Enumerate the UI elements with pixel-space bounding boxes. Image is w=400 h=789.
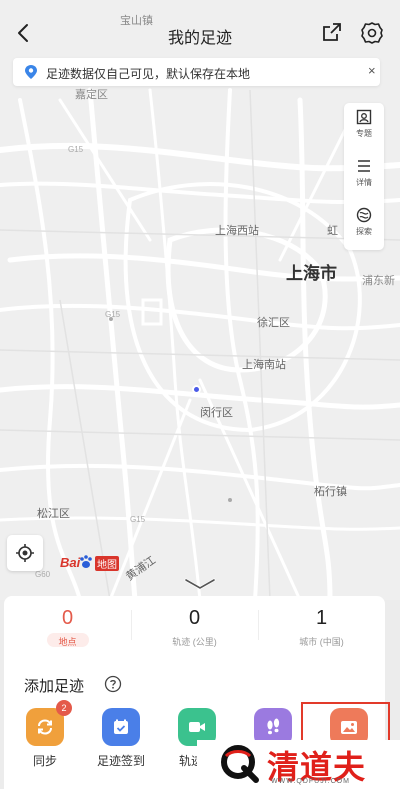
crosshair-icon — [16, 544, 34, 562]
map-label-zhelin: 柘行镇 — [314, 486, 347, 498]
sync-icon — [38, 719, 52, 735]
gear-icon[interactable] — [359, 20, 385, 46]
tool-explore[interactable]: 探索 — [344, 201, 384, 249]
privacy-notice: 足迹数据仅自己可见，默认保存在本地 × — [13, 58, 380, 86]
map-view[interactable]: 宝山镇 嘉定区 G15 上海西站 虹 上海市 浦东新 徐汇区 G15 上海南站 … — [0, 0, 400, 600]
chevron-down-icon[interactable] — [182, 577, 218, 591]
map-label-songjiang: 松江区 — [37, 508, 70, 520]
map-label-g15c: G15 — [130, 515, 146, 524]
map-label-g15b: G15 — [105, 310, 121, 319]
watermark-url: WWW.QDFUJI.COM — [271, 778, 350, 785]
map-label-shanghai: 上海市 — [286, 264, 337, 283]
location-pin-icon — [25, 65, 37, 79]
stat-label: 地点 — [58, 637, 77, 647]
map-label-g15a: G15 — [68, 145, 84, 154]
map-label-hong: 虹 — [327, 225, 338, 237]
tool-topic[interactable]: 专题 — [344, 103, 384, 151]
stat-label: 轨迹 (公里) — [172, 637, 217, 647]
footprint-icon — [267, 718, 280, 735]
map-label-shanghai-south: 上海南站 — [242, 359, 286, 371]
topic-icon — [356, 109, 372, 125]
tool-details[interactable]: 详情 — [344, 152, 384, 200]
tool-topic-label: 专题 — [356, 129, 372, 138]
checkin-icon — [114, 719, 128, 734]
notification-badge: 2 — [56, 700, 72, 716]
add-footprint-title: 添加足迹 — [24, 678, 85, 695]
map-label-g60: G60 — [35, 570, 51, 579]
video-icon — [189, 722, 205, 732]
top-bar: 我的足迹 — [0, 14, 400, 54]
logo-suffix: 地图 — [95, 556, 119, 571]
map-label-minhang: 闵行区 — [200, 407, 233, 419]
close-icon[interactable]: × — [368, 63, 376, 78]
stat-places[interactable]: 0 地点 — [4, 596, 131, 652]
tool-explore-label: 探索 — [356, 227, 372, 236]
explore-icon — [356, 207, 372, 223]
stat-value: 0 — [61, 607, 74, 629]
stat-label: 城市 (中国) — [299, 637, 344, 647]
action-label: 同步 — [32, 754, 57, 768]
notice-text: 足迹数据仅自己可见，默认保存在本地 — [46, 67, 251, 81]
action-checkin[interactable]: 足迹签到 — [90, 706, 152, 776]
paw-icon — [80, 555, 92, 568]
tool-details-label: 详情 — [356, 178, 372, 187]
baidu-map-logo: Bai 地图 — [60, 553, 120, 573]
stats-row: 0 地点 0 轨迹 (公里) 1 城市 (中国) — [4, 596, 385, 652]
action-sync[interactable]: 2 同步 — [14, 700, 76, 776]
map-label-shanghai-west: 上海西站 — [215, 225, 259, 237]
stat-cities[interactable]: 1 城市 (中国) — [258, 596, 385, 652]
locate-button[interactable] — [7, 535, 43, 571]
map-side-toolbar: 专题 详情 探索 — [344, 103, 384, 250]
watermark: 清道夫 WWW.QDFUJI.COM — [197, 740, 400, 789]
map-label-jiading: 嘉定区 — [75, 89, 108, 101]
watermark-logo-icon — [221, 745, 259, 783]
stat-value: 0 — [188, 607, 201, 629]
map-label-xuhui: 徐汇区 — [257, 317, 290, 329]
list-icon — [358, 160, 370, 172]
action-label: 足迹签到 — [96, 754, 145, 768]
help-icon[interactable] — [104, 675, 122, 693]
stat-value: 1 — [315, 607, 328, 629]
stat-track-km[interactable]: 0 轨迹 (公里) — [131, 596, 258, 652]
share-icon[interactable] — [320, 20, 344, 44]
action-icon-box — [102, 708, 140, 746]
current-location-dot — [192, 385, 201, 394]
map-label-pudong: 浦东新 — [362, 275, 395, 287]
